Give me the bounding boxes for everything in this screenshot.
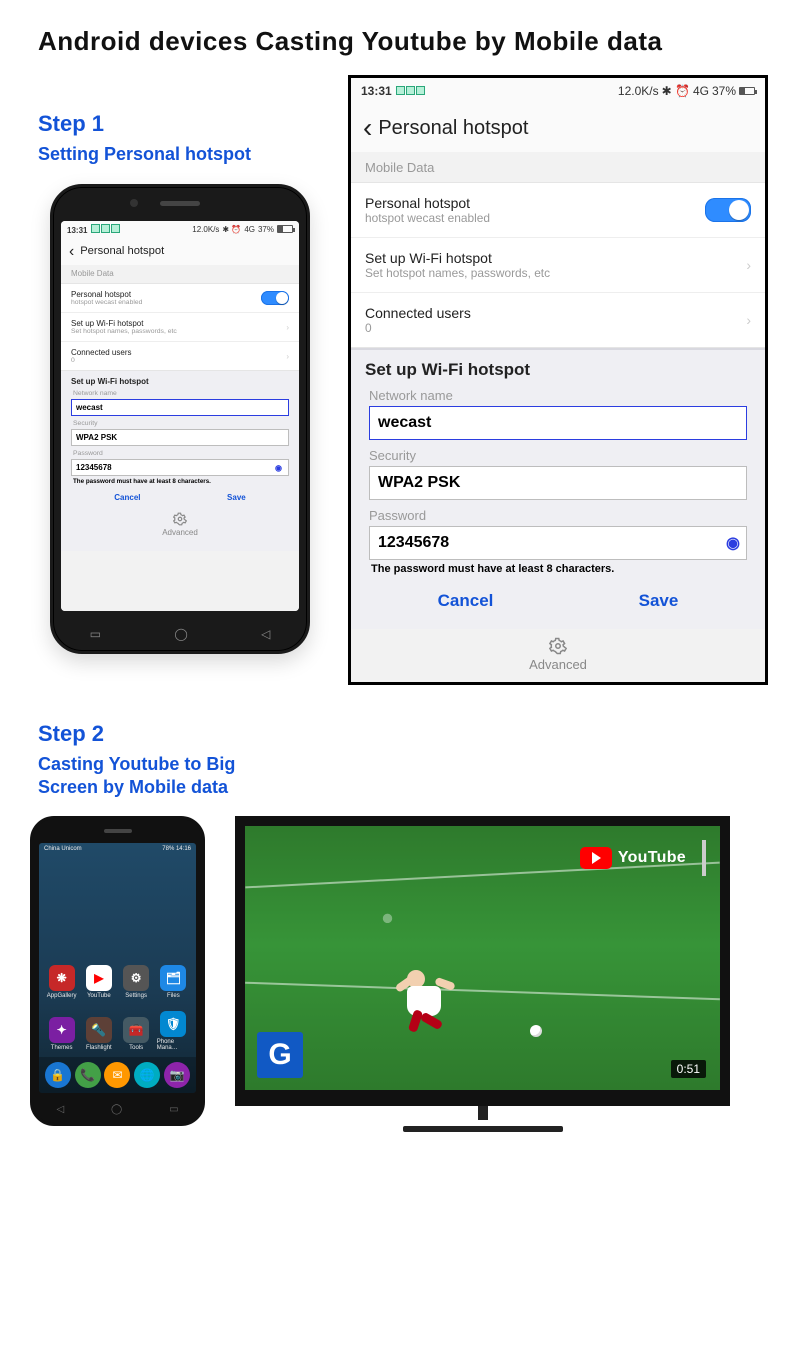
app-icon-flashlight[interactable]: 🔦Flashlight bbox=[82, 1003, 115, 1051]
security-field[interactable]: WPA2 PSK bbox=[71, 429, 289, 446]
step1-label: Step 1 bbox=[38, 111, 330, 137]
status-bar: 13:31 12.0K/s ✱ ⏰ 4G 37% bbox=[351, 78, 765, 104]
form-title: Set up Wi-Fi hotspot bbox=[365, 360, 751, 380]
back-icon[interactable]: ‹ bbox=[69, 244, 74, 260]
dock-icon[interactable]: ✉ bbox=[104, 1062, 130, 1088]
gear-icon bbox=[549, 637, 567, 655]
tv-mock: G YouTube 0:51 bbox=[235, 816, 730, 1132]
password-field[interactable]: 12345678◉ bbox=[369, 526, 747, 560]
status-bar: China Unicom78% 14:16 bbox=[39, 843, 196, 855]
eye-icon[interactable]: ◉ bbox=[275, 463, 282, 472]
row-personal-hotspot[interactable]: Personal hotspothotspot wecast enabled bbox=[351, 183, 765, 238]
video-frame: G YouTube 0:51 bbox=[245, 826, 720, 1090]
dock-icon[interactable]: 📷 bbox=[164, 1062, 190, 1088]
chevron-right-icon: › bbox=[746, 312, 751, 328]
app-icon-youtube[interactable]: ▶YouTube bbox=[82, 951, 115, 999]
elapsed-time: 0:51 bbox=[671, 1060, 706, 1078]
section-label: Mobile Data bbox=[61, 265, 299, 280]
network-name-label: Network name bbox=[73, 390, 287, 397]
app-icon-settings[interactable]: ⚙Settings bbox=[120, 951, 153, 999]
gear-icon bbox=[173, 512, 187, 526]
row-connected-users[interactable]: Connected users0 › bbox=[61, 342, 299, 370]
app-icon-phone-mana-[interactable]: 🛡Phone Mana… bbox=[157, 1003, 190, 1051]
play-icon bbox=[580, 847, 612, 869]
ball-icon bbox=[530, 1025, 542, 1037]
row-connected-users[interactable]: Connected users0 › bbox=[351, 293, 765, 347]
security-field[interactable]: WPA2 PSK bbox=[369, 466, 747, 500]
page-title: Android devices Casting Youtube by Mobil… bbox=[38, 26, 770, 57]
security-label: Security bbox=[369, 448, 747, 463]
step2-sub: Casting Youtube to Big Screen by Mobile … bbox=[38, 753, 258, 798]
android-navbar[interactable]: ◁◯▭ bbox=[33, 1104, 202, 1115]
password-field[interactable]: 12345678◉ bbox=[71, 459, 289, 476]
step1-sub: Setting Personal hotspot bbox=[38, 143, 330, 166]
chevron-right-icon: › bbox=[286, 352, 289, 361]
player-figure bbox=[407, 970, 441, 1016]
app-icon-appgallery[interactable]: ❋AppGallery bbox=[45, 951, 78, 999]
phone-mock-small: 13:31 12.0K/s ✱ ⏰ 4G 37% ‹ Personal hots… bbox=[50, 184, 310, 654]
settings-header: Personal hotspot bbox=[378, 117, 528, 140]
chevron-right-icon: › bbox=[286, 323, 289, 332]
app-icon-files[interactable]: 🗂Files bbox=[157, 951, 190, 999]
cancel-button[interactable]: Cancel bbox=[438, 591, 494, 611]
hotspot-toggle[interactable] bbox=[261, 291, 289, 305]
app-icon-themes[interactable]: ✦Themes bbox=[45, 1003, 78, 1051]
password-hint: The password must have at least 8 charac… bbox=[73, 478, 289, 485]
network-name-field[interactable]: wecast bbox=[71, 399, 289, 416]
password-label: Password bbox=[369, 508, 747, 523]
android-navbar[interactable]: ▭◯◁ bbox=[53, 627, 307, 641]
advanced-row[interactable]: Advanced bbox=[351, 629, 765, 682]
network-name-field[interactable]: wecast bbox=[369, 406, 747, 440]
dock-icon[interactable]: 🌐 bbox=[134, 1062, 160, 1088]
settings-screenshot-large: 13:31 12.0K/s ✱ ⏰ 4G 37% ‹ Personal hots… bbox=[348, 75, 768, 685]
hotspot-toggle[interactable] bbox=[705, 198, 751, 222]
section-label: Mobile Data bbox=[351, 152, 765, 179]
password-hint: The password must have at least 8 charac… bbox=[371, 563, 747, 575]
save-button[interactable]: Save bbox=[227, 493, 246, 502]
step2-label: Step 2 bbox=[38, 721, 770, 747]
app-icon-tools[interactable]: 🧰Tools bbox=[120, 1003, 153, 1051]
settings-header: Personal hotspot bbox=[80, 245, 164, 257]
dock[interactable]: 🔒📞✉🌐📷 bbox=[39, 1057, 196, 1093]
back-icon[interactable]: ‹ bbox=[363, 114, 372, 142]
cancel-button[interactable]: Cancel bbox=[114, 493, 140, 502]
advanced-row[interactable]: Advanced bbox=[71, 506, 289, 543]
security-label: Security bbox=[73, 420, 287, 427]
form-title: Set up Wi-Fi hotspot bbox=[71, 377, 289, 386]
eye-icon[interactable]: ◉ bbox=[726, 533, 740, 553]
phone-mock-home: China Unicom78% 14:16 ❋AppGallery▶YouTub… bbox=[30, 816, 205, 1126]
status-bar: 13:31 12.0K/s ✱ ⏰ 4G 37% bbox=[61, 221, 299, 238]
row-setup-wifi[interactable]: Set up Wi-Fi hotspotSet hotspot names, p… bbox=[61, 313, 299, 342]
row-personal-hotspot[interactable]: Personal hotspothotspot wecast enabled bbox=[61, 284, 299, 313]
password-label: Password bbox=[73, 450, 287, 457]
row-setup-wifi[interactable]: Set up Wi-Fi hotspotSet hotspot names, p… bbox=[351, 238, 765, 293]
dock-icon[interactable]: 🔒 bbox=[45, 1062, 71, 1088]
youtube-logo: YouTube bbox=[580, 840, 706, 876]
save-button[interactable]: Save bbox=[639, 591, 679, 611]
dock-icon[interactable]: 📞 bbox=[75, 1062, 101, 1088]
network-name-label: Network name bbox=[369, 388, 747, 403]
chevron-right-icon: › bbox=[746, 257, 751, 273]
channel-badge: G bbox=[257, 1032, 303, 1078]
